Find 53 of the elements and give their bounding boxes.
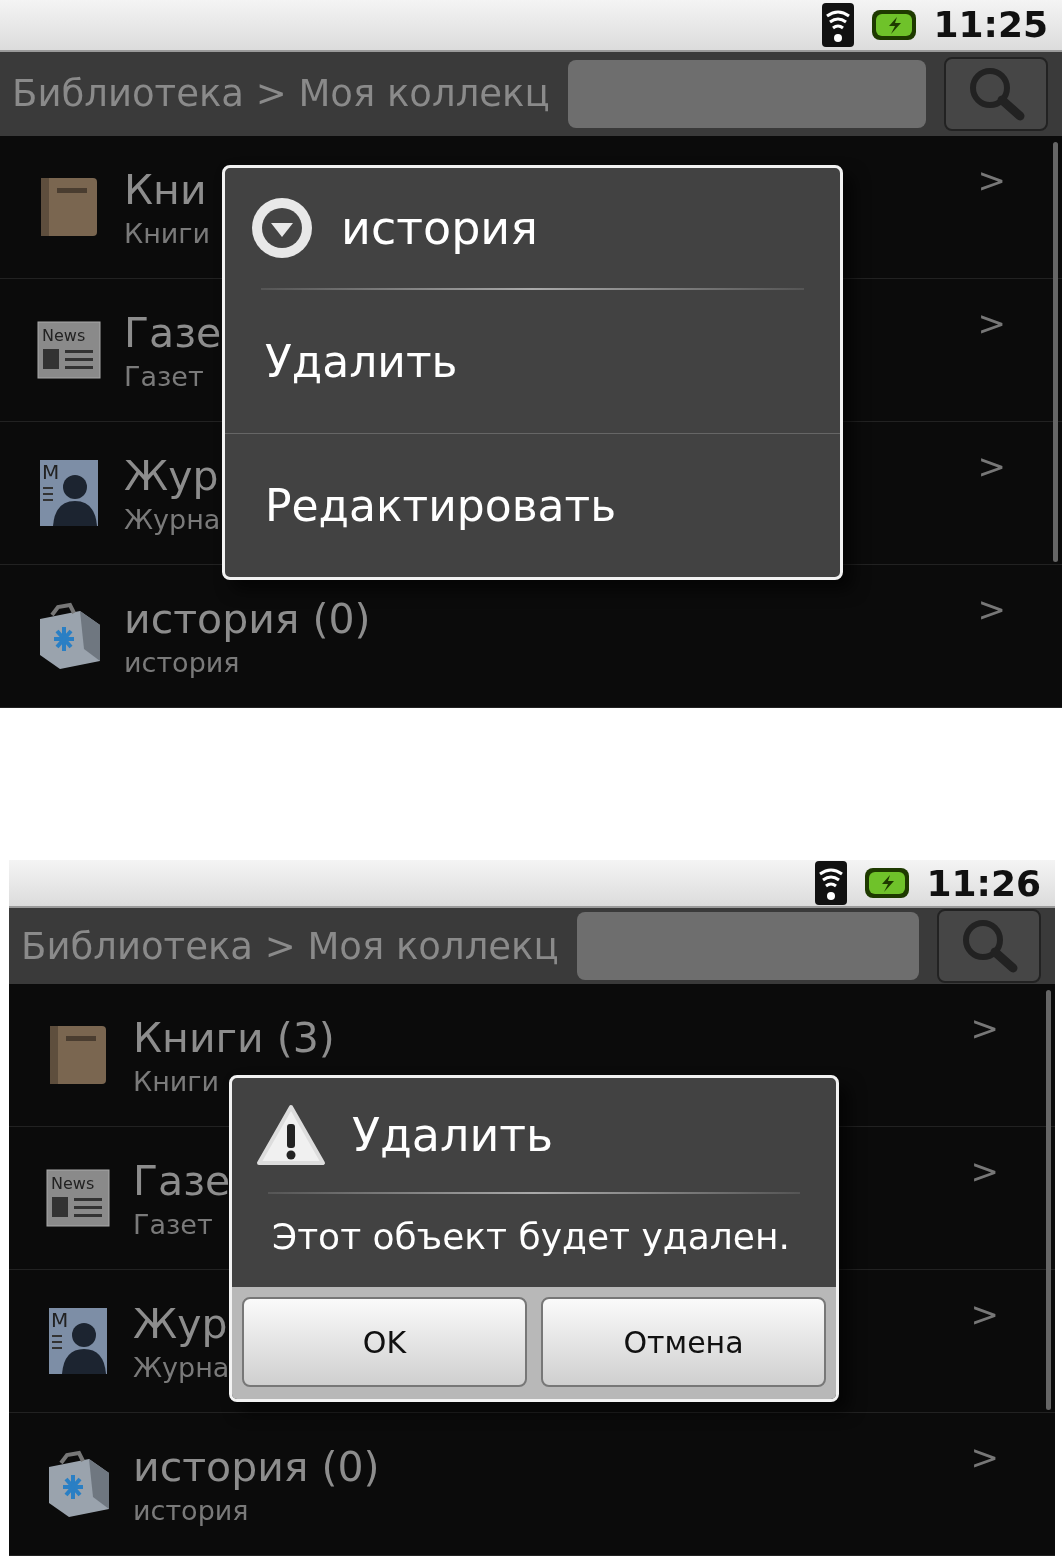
list-item-title[interactable]: история (0) [133,1442,380,1491]
list-item-title[interactable]: Книги (3) [133,1013,335,1062]
book-icon [48,1024,108,1086]
warning-icon [256,1104,326,1166]
list-item-subtitle: история [124,646,240,678]
newspaper-icon: News [37,321,101,379]
chevron: > [977,160,1006,200]
breadcrumb: Библиотека > Моя коллекц [21,924,559,968]
search-field[interactable] [576,912,919,980]
dialog-button[interactable]: Отмена [541,1297,826,1387]
clock-time: 11:25 [933,4,1048,46]
menu-title: история [341,201,538,255]
wifi-signal-icon [814,860,849,906]
chevron: > [970,1151,999,1191]
search-button[interactable] [937,909,1041,983]
menu-item[interactable]: Удалить [225,290,840,433]
magazine-icon: M [48,1307,108,1375]
list-item-subtitle: Журна [133,1351,230,1383]
list-item-title[interactable]: Газе [124,308,222,357]
list-item-title[interactable]: история (0) [124,594,371,643]
dialog-message: Этот объект будет удален. [271,1215,791,1259]
list-item-subtitle: Журна [124,503,221,535]
scrollbar[interactable] [1053,142,1058,562]
list-item-subtitle: история [133,1494,249,1526]
list-item-subtitle: Газет [133,1208,213,1240]
book-icon [39,176,99,238]
list-item-title[interactable]: Газе [133,1156,231,1205]
list-item-subtitle: Книги [124,217,211,249]
dialog-button[interactable]: OK [242,1297,527,1387]
dialog-title: Удалить [352,1108,554,1162]
wifi-signal-icon [821,1,856,48]
list-item-title[interactable]: Жур [133,1299,228,1348]
scrollbar[interactable] [1046,990,1051,1410]
chevron: > [977,303,1006,343]
chevron: > [970,1008,999,1048]
chevron: > [977,446,1006,486]
dropdown-circle-icon [249,195,315,261]
list-item-title[interactable]: Кни [124,165,207,214]
breadcrumb: Библиотека > Моя коллекц [12,72,550,116]
battery-charging-icon [871,8,918,41]
list-item-title[interactable]: Жур [124,451,219,500]
clock-time: 11:26 [926,862,1041,904]
search-field[interactable] [567,59,926,128]
battery-charging-icon [864,867,911,899]
menu-item[interactable]: Редактировать [225,434,840,577]
list-item-subtitle: Газет [124,360,204,392]
search-button[interactable] [944,56,1048,131]
newspaper-icon: News [46,1169,110,1227]
chevron: > [970,1437,999,1477]
chevron: > [977,589,1006,629]
magazine-icon: M [39,459,99,527]
chevron: > [970,1294,999,1334]
list-item-subtitle: Книги [133,1065,220,1097]
